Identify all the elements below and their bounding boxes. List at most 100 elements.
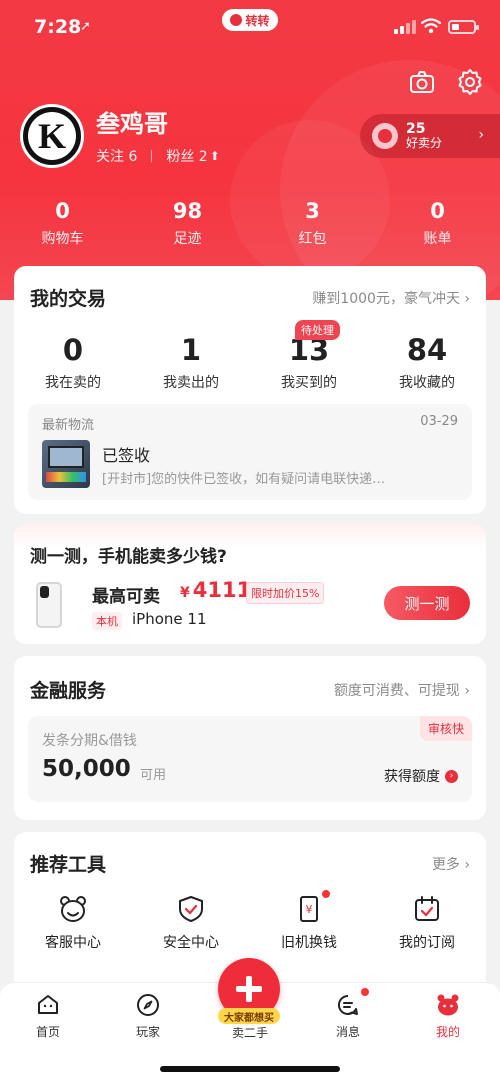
tool-label: 客服中心 (45, 935, 101, 951)
tool-subscription[interactable]: 我的订阅 (368, 894, 486, 952)
price-value: 4111 (192, 578, 252, 602)
valuation-title: 测一测，手机能卖多少钱? (30, 547, 227, 567)
tool-customer-service[interactable]: 客服中心 (14, 894, 132, 952)
tab-label: 消息 (335, 1025, 360, 1039)
price: ¥ 4111 (180, 578, 251, 602)
credit-available: 可用 (140, 768, 167, 783)
highest-label: 最高可卖 (92, 587, 160, 607)
notification-dot (322, 890, 330, 898)
header-stats: 0 购物车 98 足迹 3 红包 0 账单 (0, 198, 500, 248)
chevron-right-icon: › (478, 127, 484, 143)
score-label: 好卖分 (406, 136, 443, 150)
svg-text:¥: ¥ (306, 903, 313, 916)
app-pill-label: 转转 (245, 13, 270, 28)
product-thumbnail (42, 440, 90, 488)
trade-value: 0 (62, 333, 84, 367)
pending-badge: 待处理 (295, 320, 340, 340)
trade-counts: 0 我在卖的 1 我卖出的 13 我买到的 84 我收藏的 (14, 332, 486, 392)
iphone-image (36, 582, 62, 628)
divider (151, 150, 153, 162)
stat-value: 3 (305, 199, 320, 223)
logistics-head: 最新物流 (42, 418, 95, 433)
trade-title: 我的交易 (30, 288, 107, 310)
tab-messages[interactable]: 消息 (308, 993, 388, 1040)
valuation-button[interactable]: 测一测 (384, 586, 470, 620)
finance-card: 金融服务 额度可消费、可提现 › 发条分期&借钱 50,000 可用 审核快 获… (14, 656, 486, 820)
credit-box[interactable]: 发条分期&借钱 50,000 可用 审核快 获得额度 › (28, 716, 472, 802)
stat-value: 98 (172, 199, 203, 223)
tool-label: 我的订阅 (399, 935, 455, 951)
quick-review-tag: 审核快 (419, 716, 472, 741)
trade-label: 我卖出的 (163, 375, 219, 391)
stat-cart[interactable]: 0 购物车 (0, 198, 125, 248)
stat-red-packet[interactable]: 3 红包 (250, 198, 375, 248)
stat-footprint[interactable]: 98 足迹 (125, 198, 250, 248)
tab-home[interactable]: 首页 (8, 993, 88, 1040)
fans-count[interactable]: 粉丝 2 (166, 146, 207, 166)
trade-right-link[interactable]: 赚到1000元，豪气冲天 › (312, 288, 470, 308)
stat-value: 0 (430, 199, 445, 223)
finance-title: 金融服务 (30, 680, 107, 702)
latest-logistics[interactable]: 最新物流 03-29 已签收 [开封市]您的快件已签收，如有疑问请电联快递… (28, 404, 472, 500)
status-bar: 7:28 ➚ 转转 (0, 0, 500, 58)
credit-subtitle: 发条分期&借钱 (42, 733, 137, 749)
tools-row: 客服中心 安全中心 ¥ 旧机换钱 我的订阅 (14, 890, 486, 952)
sell-badge: 大家都想买 (218, 1008, 280, 1024)
avatar-letter: K (28, 112, 76, 160)
score-value: 25 (406, 121, 426, 137)
plus-icon (246, 976, 252, 1002)
tools-title: 推荐工具 (30, 854, 107, 876)
logistics-desc: [开封市]您的快件已签收，如有疑问请电联快递… (102, 472, 386, 487)
trade-value: 84 (406, 333, 448, 367)
tool-security[interactable]: 安全中心 (132, 894, 250, 952)
tool-label: 旧机换钱 (281, 935, 337, 951)
username[interactable]: 叁鸡哥 (96, 104, 168, 139)
currency-symbol: ¥ (180, 585, 190, 601)
profile-header: 7:28 ➚ 转转 K 叁鸡哥 关注 6 粉丝 2 ⬆ 25 好卖分 › 0 购… (0, 0, 500, 300)
trade-label: 我买到的 (281, 375, 337, 391)
home-icon (38, 995, 58, 1014)
tab-mine[interactable]: 我的 (408, 993, 488, 1040)
home-indicator (160, 1066, 340, 1072)
device-model: iPhone 11 (132, 610, 207, 628)
customer-service-icon (60, 896, 86, 922)
trade-label: 我收藏的 (399, 375, 455, 391)
trade-selling[interactable]: 0 我在卖的 (14, 332, 132, 392)
tab-sell-label[interactable]: 卖二手 (210, 1024, 290, 1041)
tools-more-link[interactable]: 更多 › (432, 854, 470, 874)
stat-bill[interactable]: 0 账单 (375, 198, 500, 248)
status-time: 7:28 (34, 16, 82, 38)
camera-icon[interactable] (408, 68, 436, 96)
message-icon (337, 994, 358, 1015)
trade-sold[interactable]: 1 我卖出的 (132, 332, 250, 392)
promo-badge: 限时加价15% (246, 582, 325, 604)
trade-in-icon: ¥ (300, 896, 318, 922)
trade-bought[interactable]: 13 我买到的 (250, 332, 368, 392)
score-badge-icon (372, 123, 398, 149)
tab-players[interactable]: 玩家 (108, 993, 188, 1040)
phone-valuation-card: 测一测，手机能卖多少钱? 最高可卖 ¥ 4111 限时加价15% 本机 iPho… (14, 524, 486, 644)
stat-label: 足迹 (173, 231, 202, 247)
my-trade-card: 我的交易 赚到1000元，豪气冲天 › 0 我在卖的 1 我卖出的 13 我买到的 8… (14, 266, 486, 514)
app-pill: 转转 (222, 9, 278, 31)
tab-label: 我的 (435, 1025, 460, 1039)
calendar-icon (415, 896, 439, 921)
follow-stats: 关注 6 粉丝 2 ⬆ (96, 146, 220, 166)
trade-value: 1 (180, 333, 202, 367)
get-credit-link[interactable]: 获得额度 › (384, 766, 458, 786)
battery-icon (448, 20, 479, 34)
stat-label: 购物车 (41, 231, 84, 247)
avatar[interactable]: K (20, 104, 84, 168)
tab-label: 首页 (35, 1025, 60, 1039)
logistics-status: 已签收 (102, 446, 151, 465)
gear-icon[interactable] (456, 68, 484, 96)
trade-favorites[interactable]: 84 我收藏的 (368, 332, 486, 392)
tool-trade-in[interactable]: ¥ 旧机换钱 (250, 890, 368, 952)
stat-value: 0 (55, 199, 70, 223)
follow-count[interactable]: 关注 6 (96, 146, 137, 166)
good-seller-score[interactable]: 25 好卖分 › (360, 114, 500, 158)
finance-right-link[interactable]: 额度可消费、可提现 › (334, 680, 470, 700)
device-tag: 本机 (92, 612, 122, 630)
stat-label: 红包 (298, 231, 327, 247)
arrow-right-icon: › (445, 769, 458, 783)
